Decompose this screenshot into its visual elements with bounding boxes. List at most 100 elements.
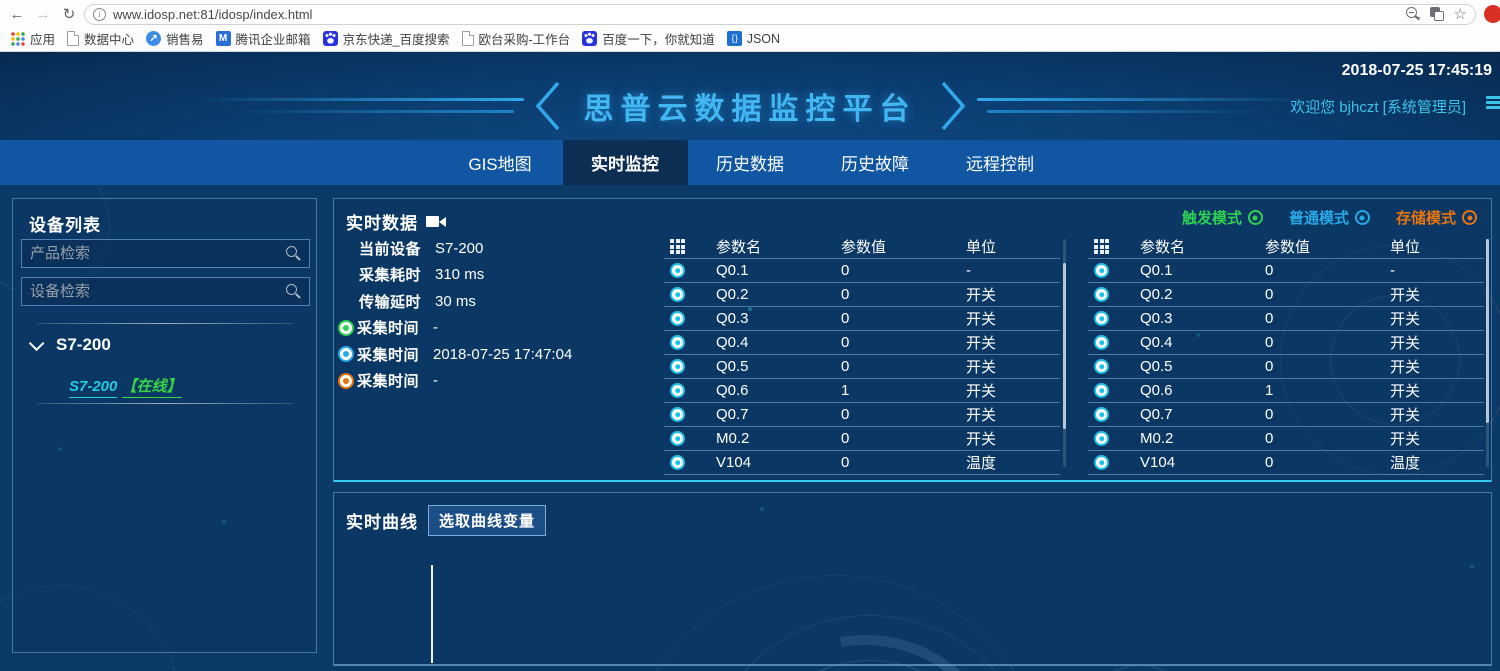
tab-gis-map[interactable]: GIS地图	[438, 140, 563, 185]
normal-mode-button[interactable]: 普通模式	[1289, 207, 1370, 228]
trigger-mode-button[interactable]: 触发模式	[1182, 207, 1263, 228]
table-row[interactable]: Q0.1 0 -	[664, 259, 1060, 283]
table-row[interactable]: Q0.5 0 开关	[664, 355, 1060, 379]
target-icon[interactable]	[1094, 455, 1109, 470]
translate-icon[interactable]	[1430, 7, 1444, 21]
bookmark-item[interactable]: 腾讯企业邮箱	[216, 29, 311, 49]
bookmark-item[interactable]: 应用	[10, 29, 55, 49]
page-title: 思普云数据监控平台	[584, 84, 917, 128]
target-icon[interactable]	[1094, 263, 1109, 278]
device-search-box	[21, 277, 310, 306]
param-name: Q0.7	[1140, 406, 1265, 423]
bookmark-favicon	[582, 31, 597, 46]
device-tree-root[interactable]: S7-200	[29, 335, 111, 355]
video-camera-icon	[426, 216, 446, 227]
target-icon[interactable]	[670, 311, 685, 326]
table-row[interactable]: Q0.6 1 开关	[664, 379, 1060, 403]
curve-header: 实时曲线 选取曲线变量	[346, 505, 546, 536]
table-row[interactable]: Q0.2 0 开关	[664, 283, 1060, 307]
info-value: -	[433, 372, 438, 389]
address-bar[interactable]: i www.idosp.net:81/idosp/index.html ☆	[84, 4, 1476, 25]
param-value: 0	[1265, 310, 1390, 327]
target-icon[interactable]	[670, 383, 685, 398]
select-curve-variable-button[interactable]: 选取曲线变量	[428, 505, 546, 536]
param-value: 0	[841, 310, 966, 327]
table-row[interactable]: Q0.7 0 开关	[1088, 403, 1484, 427]
table-row[interactable]: Q0.7 0 开关	[664, 403, 1060, 427]
bookmark-item[interactable]: JSON	[727, 29, 780, 49]
target-icon[interactable]	[1094, 431, 1109, 446]
bookmark-item[interactable]: 数据中心	[67, 29, 134, 49]
table-2-scrollbar[interactable]	[1486, 239, 1489, 467]
target-icon[interactable]	[670, 263, 685, 278]
param-name: Q0.5	[716, 358, 841, 375]
zoom-out-icon[interactable]	[1406, 7, 1420, 21]
device-search-input[interactable]	[30, 283, 286, 300]
grid-icon[interactable]	[1094, 239, 1109, 254]
tab-realtime-monitor[interactable]: 实时监控	[563, 140, 688, 185]
table-row[interactable]: Q0.2 0 开关	[1088, 283, 1484, 307]
page-info-icon[interactable]: i	[93, 8, 106, 21]
device-link[interactable]: S7-200	[69, 378, 117, 398]
table-row[interactable]: Q0.3 0 开关	[1088, 307, 1484, 331]
info-value: S7-200	[435, 240, 483, 257]
bookmark-favicon	[10, 31, 25, 46]
storage-mode-button[interactable]: 存储模式	[1396, 207, 1477, 228]
target-icon[interactable]	[670, 359, 685, 374]
table-1-scrollbar[interactable]	[1063, 239, 1066, 467]
param-value: 0	[1265, 430, 1390, 447]
target-icon[interactable]	[670, 287, 685, 302]
table-row[interactable]: M0.2 0 开关	[1088, 427, 1484, 451]
target-icon[interactable]	[670, 407, 685, 422]
table-row[interactable]: V104 0 温度	[664, 451, 1060, 475]
target-icon[interactable]	[670, 431, 685, 446]
grid-icon[interactable]	[670, 239, 685, 254]
table-row[interactable]: Q0.3 0 开关	[664, 307, 1060, 331]
bookmark-item[interactable]: 百度一下，你就知道	[582, 29, 715, 49]
table-row[interactable]: Q0.6 1 开关	[1088, 379, 1484, 403]
forward-icon[interactable]: →	[32, 4, 54, 24]
target-icon[interactable]	[1094, 311, 1109, 326]
target-icon[interactable]	[1094, 287, 1109, 302]
bookmark-item[interactable]: 销售易	[146, 29, 204, 49]
back-icon[interactable]: ←	[6, 4, 28, 24]
target-icon[interactable]	[1094, 383, 1109, 398]
table-header-row: 参数名 参数值 单位	[664, 235, 1060, 259]
table-row[interactable]: Q0.1 0 -	[1088, 259, 1484, 283]
product-search-input[interactable]	[30, 245, 286, 262]
target-icon[interactable]	[670, 335, 685, 350]
param-unit: 温度	[1390, 452, 1484, 473]
search-icon[interactable]	[286, 284, 301, 299]
menu-list-icon[interactable]	[1486, 96, 1500, 112]
target-icon	[338, 320, 354, 336]
app-header: 思普云数据监控平台 2018-07-25 17:45:19 欢迎您 bjhczt…	[0, 52, 1500, 140]
bookmark-star-icon[interactable]: ☆	[1454, 5, 1467, 23]
bookmark-label: 腾讯企业邮箱	[236, 29, 311, 48]
info-label: 传输延时	[359, 291, 431, 312]
bookmark-label: 销售易	[166, 29, 204, 48]
url-row: ← → ↻ i www.idosp.net:81/idosp/index.htm…	[0, 0, 1500, 26]
tab-history-data[interactable]: 历史数据	[688, 140, 813, 185]
device-tree-item[interactable]: S7-200 【在线】	[69, 375, 182, 396]
target-icon[interactable]	[1094, 407, 1109, 422]
reload-icon[interactable]: ↻	[58, 4, 80, 24]
table-row[interactable]: M0.2 0 开关	[664, 427, 1060, 451]
table-row[interactable]: Q0.4 0 开关	[664, 331, 1060, 355]
tab-remote-control[interactable]: 远程控制	[938, 140, 1063, 185]
param-unit: 开关	[1390, 356, 1484, 377]
search-icon[interactable]	[286, 246, 301, 261]
bookmark-item[interactable]: 欧台采购-工作台	[462, 29, 571, 49]
table-row[interactable]: Q0.4 0 开关	[1088, 331, 1484, 355]
url-text[interactable]: www.idosp.net:81/idosp/index.html	[113, 7, 1396, 22]
chevron-down-icon	[29, 335, 45, 351]
target-icon[interactable]	[670, 455, 685, 470]
table-row[interactable]: Q0.5 0 开关	[1088, 355, 1484, 379]
bookmark-item[interactable]: 京东快递_百度搜索	[323, 29, 450, 49]
table-row[interactable]: V104 0 温度	[1088, 451, 1484, 475]
tab-history-fault[interactable]: 历史故障	[813, 140, 938, 185]
target-icon[interactable]	[1094, 359, 1109, 374]
normal-mode-label: 普通模式	[1289, 207, 1349, 228]
browser-profile-avatar[interactable]	[1484, 5, 1500, 23]
target-icon[interactable]	[1094, 335, 1109, 350]
curve-title: 实时曲线	[346, 508, 418, 533]
